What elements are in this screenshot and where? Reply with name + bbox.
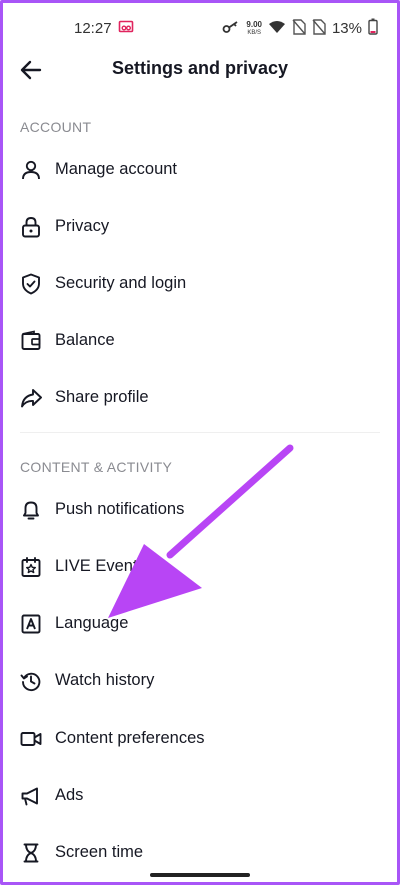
language-icon (20, 613, 42, 635)
menu-item-security-and-login[interactable]: Security and login (0, 259, 400, 309)
shield-icon (20, 273, 42, 295)
key-icon (222, 20, 240, 38)
menu-item-label: Privacy (55, 217, 110, 235)
menu-item-label: Language (55, 614, 129, 632)
megaphone-icon (20, 785, 42, 807)
home-indicator (150, 873, 250, 877)
section-label-account: ACCOUNT (20, 119, 92, 135)
menu-item-label: Security and login (55, 274, 187, 292)
net-speed-unit: KB/S (247, 29, 262, 36)
menu-item-ads[interactable]: Ads (0, 771, 400, 821)
video-camera-icon (20, 728, 42, 750)
menu-item-label: Balance (55, 331, 115, 349)
share-icon (20, 387, 42, 409)
menu-item-label: Manage account (55, 160, 178, 178)
menu-item-language[interactable]: Language (0, 599, 400, 649)
section-divider (20, 432, 380, 433)
lock-icon (20, 216, 42, 238)
screen-record-icon (118, 19, 134, 39)
menu-item-label: Share profile (55, 388, 149, 406)
menu-item-label: Push notifications (55, 500, 185, 518)
status-bar: 12:27 9.00 KB/S 13% (0, 16, 400, 40)
menu-item-label: LIVE Events (55, 557, 146, 575)
battery-percent: 13% (331, 20, 362, 37)
wallet-icon (20, 330, 42, 352)
no-sim-icon (292, 18, 306, 39)
menu-item-label: Screen time (55, 843, 144, 861)
menu-item-label: Content preferences (55, 729, 205, 747)
net-speed-value: 9.00 (246, 19, 262, 29)
battery-icon (368, 18, 378, 39)
menu-item-label: Watch history (55, 671, 155, 689)
section-label-content-activity: CONTENT & ACTIVITY (20, 459, 173, 475)
bell-icon (20, 499, 42, 521)
calendar-star-icon (20, 556, 42, 578)
page-title: Settings and privacy (111, 58, 289, 78)
history-icon (20, 670, 42, 692)
menu-item-balance[interactable]: Balance (0, 316, 400, 366)
menu-item-privacy[interactable]: Privacy (0, 202, 400, 252)
menu-item-push-notifications[interactable]: Push notifications (0, 485, 400, 535)
menu-item-label: Ads (55, 786, 84, 804)
menu-item-share-profile[interactable]: Share profile (0, 373, 400, 423)
menu-item-screen-time[interactable]: Screen time (0, 828, 400, 878)
net-speed: 9.00 KB/S (246, 19, 262, 37)
hourglass-icon (20, 842, 42, 864)
person-icon (20, 159, 42, 181)
menu-item-live-events[interactable]: LIVE Events (0, 542, 400, 592)
menu-item-manage-account[interactable]: Manage account (0, 145, 400, 195)
menu-item-content-preferences[interactable]: Content preferences (0, 714, 400, 764)
wifi-icon (268, 20, 286, 38)
status-time: 12:27 (74, 20, 112, 37)
header: Settings and privacy (0, 50, 400, 90)
no-sim-icon-2 (312, 18, 326, 39)
menu-item-watch-history[interactable]: Watch history (0, 656, 400, 706)
